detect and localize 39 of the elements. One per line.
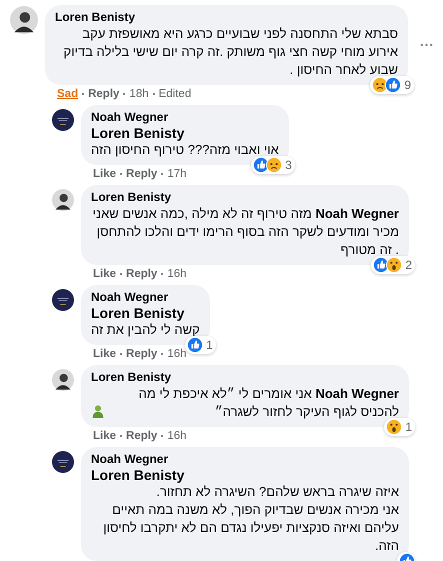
edited-label[interactable]: Edited: [158, 88, 192, 100]
author-name[interactable]: Noah Wegner: [91, 110, 279, 125]
reply-link[interactable]: Reply: [126, 168, 158, 180]
author-name[interactable]: Loren Benisty: [91, 190, 399, 205]
react-link[interactable]: Like: [93, 168, 116, 180]
reaction-summary[interactable]: 1: [384, 418, 415, 436]
react-link[interactable]: Sad: [57, 88, 78, 100]
author-name[interactable]: Noah Wegner: [91, 290, 200, 305]
react-link[interactable]: Like: [93, 348, 116, 360]
reaction-count: 1: [405, 420, 412, 434]
timestamp[interactable]: 16h: [167, 430, 187, 442]
timestamp[interactable]: 17h: [167, 168, 187, 180]
author-name[interactable]: Noah Wegner: [91, 452, 399, 467]
author-name[interactable]: Loren Benisty: [91, 370, 399, 385]
comment-text: אוי ואבוי מזה??? טירוף החיסון הזה: [91, 141, 279, 159]
mention-link[interactable]: Loren Benisty: [91, 305, 200, 321]
reaction-count: 3: [285, 158, 292, 172]
comment-text: קשה לי להבין את זה: [91, 321, 200, 339]
comment-text: איזה שיגרה בראש שלהם? השיגרה לא תחזור. אני מכירה אנשים שבדיוק הפוך, לא משנה במה תאיים עליהם ואיזה סנקציות יפעילו נגדם הם לא יתקרבו לחיסון הזה.: [102, 483, 399, 555]
reaction-summary[interactable]: 3: [251, 156, 295, 174]
reaction-count: 9: [404, 78, 411, 92]
react-link[interactable]: Like: [93, 268, 116, 280]
reply-link[interactable]: Reply: [126, 348, 158, 360]
timestamp[interactable]: 16h: [167, 268, 187, 280]
reply-link[interactable]: Reply: [88, 88, 120, 100]
reaction-count: 1: [206, 338, 213, 352]
reply-link[interactable]: Reply: [126, 430, 158, 442]
reaction-count: 2: [405, 258, 412, 272]
author-name[interactable]: Loren Benisty: [55, 10, 398, 25]
timestamp[interactable]: 16h: [167, 348, 187, 360]
react-link[interactable]: Like: [93, 430, 116, 442]
mention-link[interactable]: Loren Benisty: [91, 467, 399, 483]
mention-link[interactable]: Loren Benisty: [91, 125, 279, 141]
reaction-summary[interactable]: 2: [371, 256, 415, 274]
comment-text: סבתא שלי התחסנה לפני שבועיים כרגע היא מאושפזת עקב אירוע מוחי קשה חצי גוף משותק .זה קרה יום שישי בלילה בדיוק שבוע לאחר החיסון .: [62, 25, 398, 79]
reaction-summary[interactable]: 9: [370, 76, 414, 94]
reply-link[interactable]: Reply: [126, 268, 158, 280]
reaction-summary[interactable]: 1: [185, 336, 216, 354]
timestamp[interactable]: 18h: [129, 88, 149, 100]
